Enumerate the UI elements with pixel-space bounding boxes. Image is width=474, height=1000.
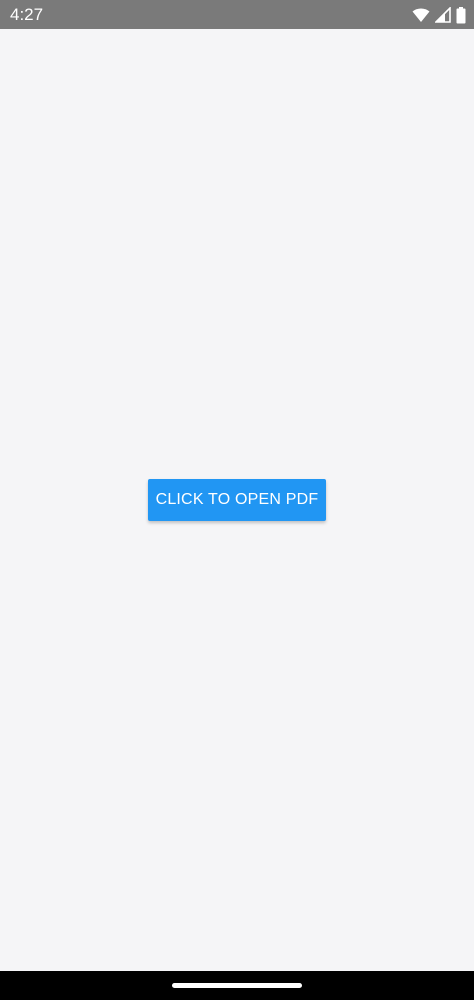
navigation-bar bbox=[0, 971, 474, 1000]
status-time: 4:27 bbox=[10, 5, 44, 24]
open-pdf-button[interactable]: CLICK TO OPEN PDF bbox=[148, 479, 326, 521]
wifi-icon bbox=[412, 7, 430, 23]
status-icons bbox=[412, 5, 466, 25]
cellular-signal-icon bbox=[435, 7, 451, 23]
battery-icon bbox=[456, 6, 466, 24]
home-gesture-handle[interactable] bbox=[172, 983, 302, 988]
status-bar: 4:27 bbox=[0, 0, 474, 29]
